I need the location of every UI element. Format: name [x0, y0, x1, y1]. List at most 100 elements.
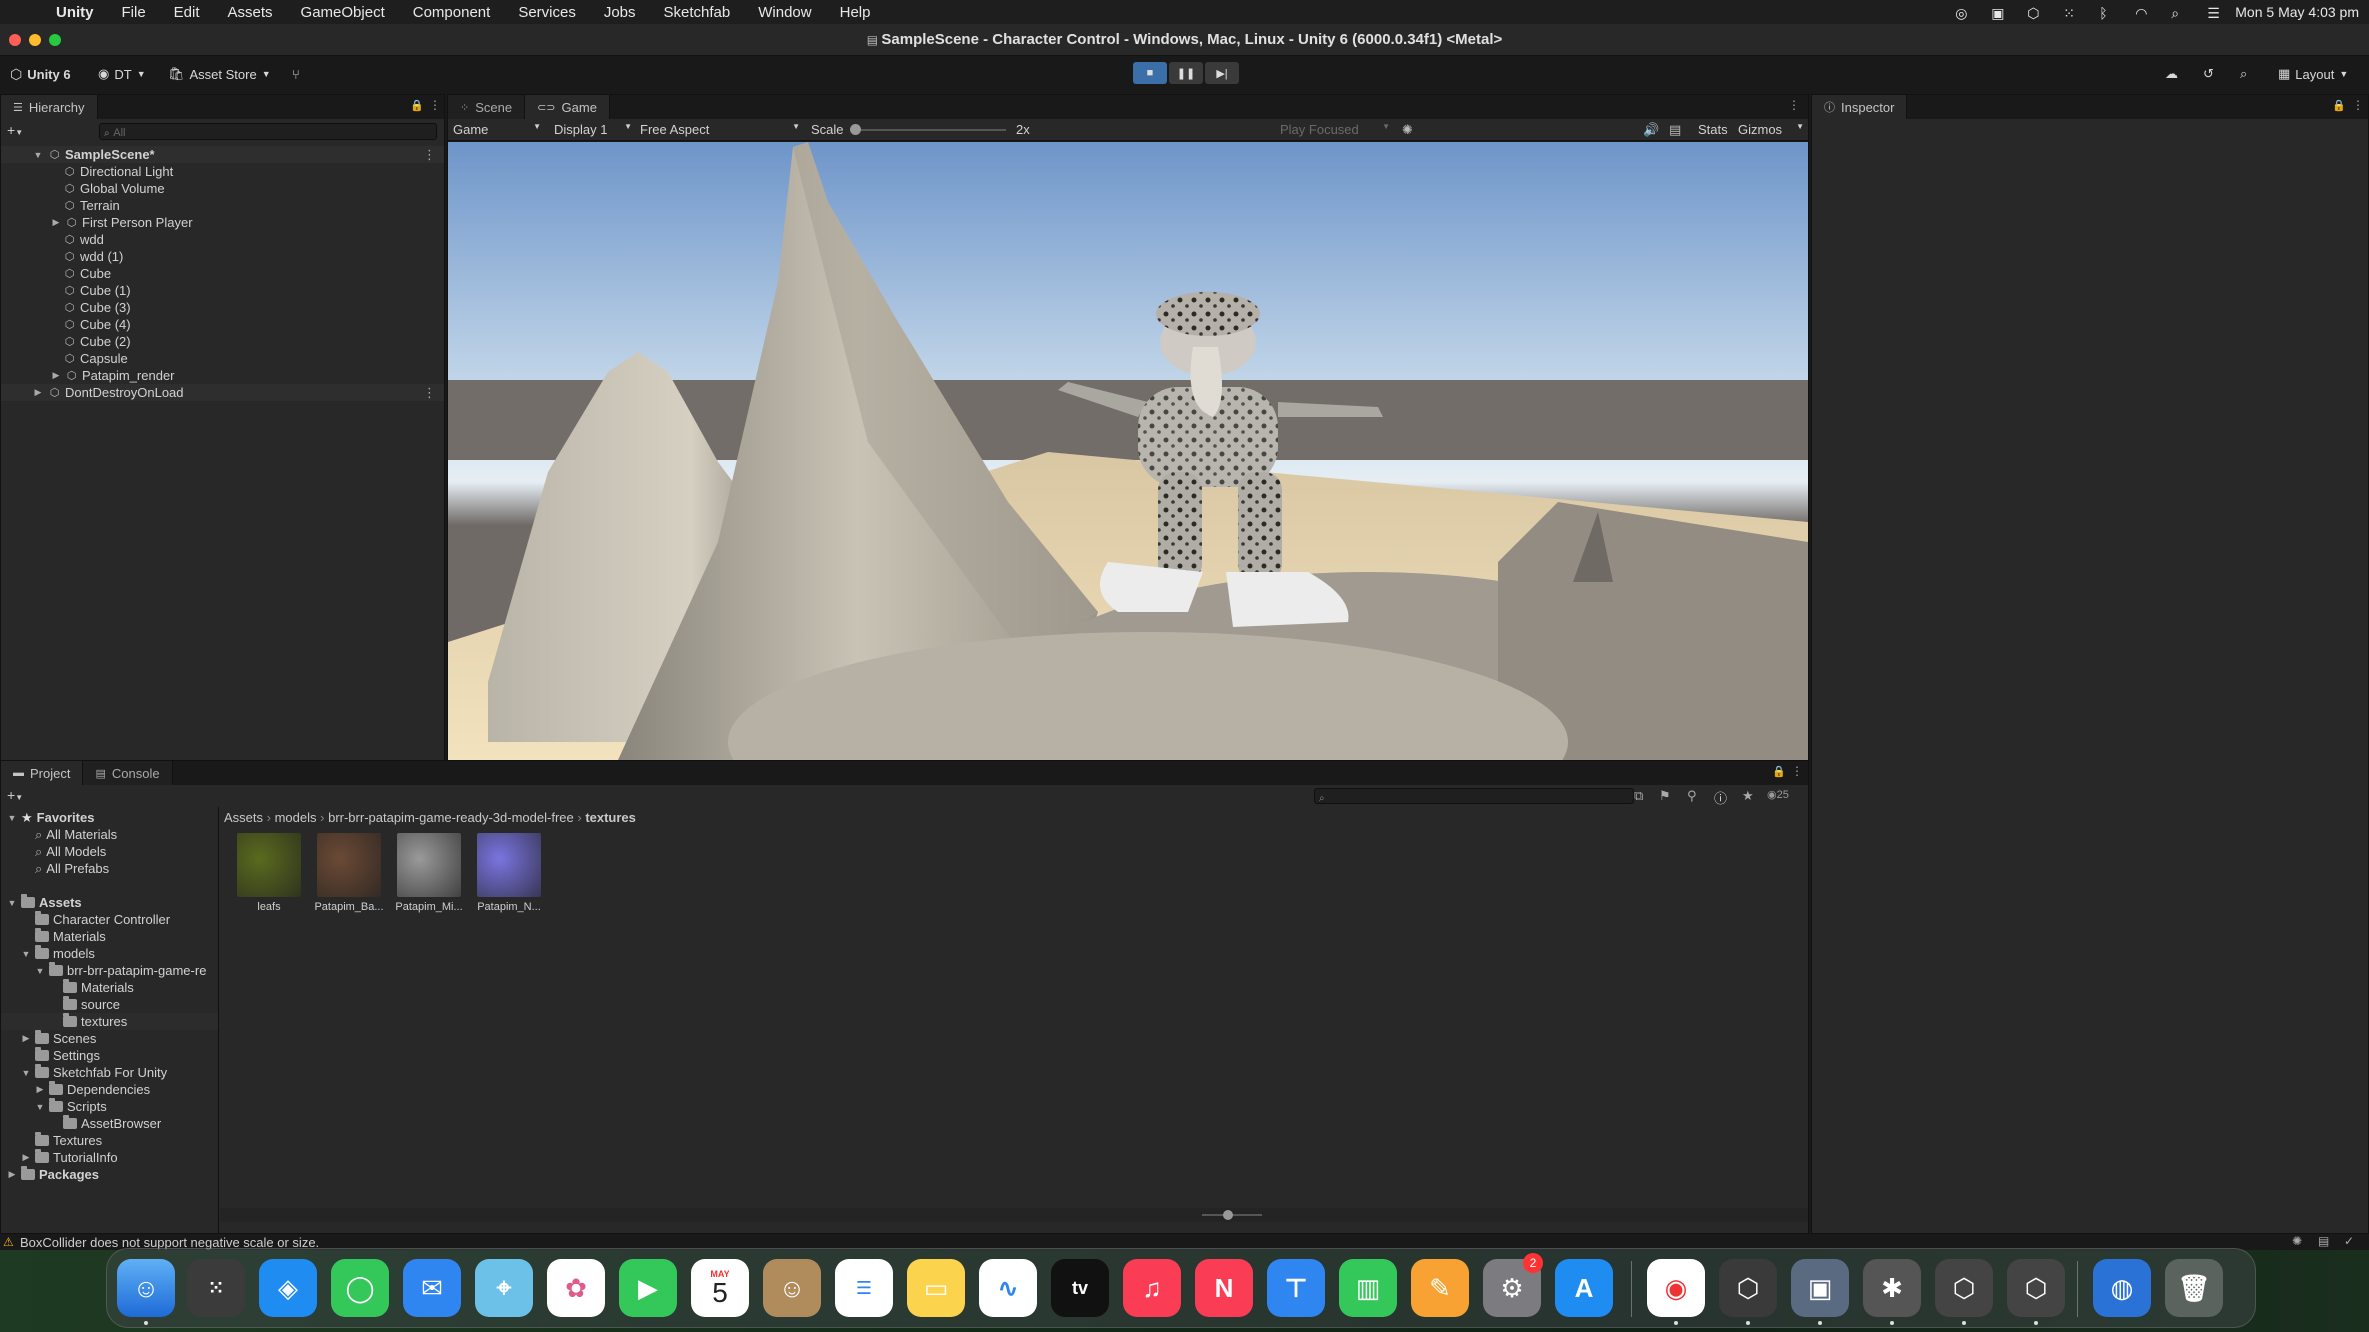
ddol-scene-row[interactable]: ▶ ⬡ DontDestroyOnLoad ⋮	[1, 384, 444, 401]
debug-bug-icon[interactable]: ✺	[1402, 122, 1413, 138]
expand-arrow-icon[interactable]: ▶	[51, 217, 61, 228]
account-dropdown[interactable]: ◉ DT ▼	[98, 64, 146, 84]
trash-icon[interactable]: 🗑	[2165, 1259, 2223, 1317]
folder-tree-item[interactable]: ▼ Scripts	[1, 1098, 218, 1115]
wifi-icon[interactable]: ◠	[2125, 5, 2147, 21]
favorites-header[interactable]: ▼ ★ Favorites	[7, 809, 95, 826]
thumbnail-size-thumb[interactable]	[1223, 1210, 1233, 1220]
safari-icon[interactable]: ◈	[259, 1259, 317, 1317]
hierarchy-search-field[interactable]: ⌕ All	[99, 123, 437, 140]
chrome-icon[interactable]: ◉	[1647, 1259, 1705, 1317]
menu-assets[interactable]: Assets	[214, 4, 287, 21]
expand-arrow-icon[interactable]: ▼	[21, 949, 31, 959]
expand-arrow-icon[interactable]: ▼	[33, 150, 43, 160]
gizmos-dropdown[interactable]: Gizmos ▼	[1738, 122, 1804, 137]
stats-button[interactable]: Stats	[1698, 122, 1728, 137]
favorite-item[interactable]: ⌕ All Models	[35, 843, 106, 860]
game-mode-dropdown[interactable]: Game ▼	[453, 122, 545, 137]
hierarchy-item[interactable]: ⬡ Capsule	[63, 350, 128, 367]
menu-window[interactable]: Window	[744, 4, 825, 21]
folder-tree-item[interactable]: ▼ Sketchfab For Unity	[1, 1064, 218, 1081]
folder-tree-item[interactable]: ▶ Scenes	[1, 1030, 218, 1047]
more-options-icon[interactable]: ⋮	[1791, 764, 1803, 778]
folder-tree-item[interactable]: Textures	[1, 1132, 218, 1149]
packages-root[interactable]: ▶ Packages	[7, 1166, 99, 1183]
hierarchy-item[interactable]: ⬡ Global Volume	[63, 180, 165, 197]
search-button[interactable]: ⌕	[2240, 64, 2247, 84]
expand-arrow-icon[interactable]: ▼	[21, 1068, 31, 1078]
finder-icon[interactable]: ☺	[117, 1259, 175, 1317]
project-search-field[interactable]: ⌕	[1314, 788, 1634, 804]
expand-arrow-icon[interactable]: ▶	[51, 370, 61, 381]
lock-icon[interactable]: 🔒	[2332, 99, 2346, 112]
tab-inspector[interactable]: ⓘ Inspector	[1812, 95, 1908, 119]
history-button[interactable]: ↺	[2203, 64, 2214, 84]
expand-arrow-icon[interactable]: ▼	[7, 898, 17, 908]
asset-store-dropdown[interactable]: 🛍 Asset Store ▼	[168, 64, 271, 84]
debug-icon[interactable]: ✺	[2292, 1234, 2302, 1248]
menu-gameobject[interactable]: GameObject	[287, 4, 399, 21]
mute-audio-icon[interactable]: 🔊	[1643, 122, 1659, 138]
more-options-icon[interactable]: ⋮	[1788, 98, 1800, 112]
folder-tree-item[interactable]: ▶ Dependencies	[1, 1081, 218, 1098]
contacts-icon[interactable]: ☺	[763, 1259, 821, 1317]
preview-icon[interactable]: ▣	[1791, 1259, 1849, 1317]
play-focused-dropdown[interactable]: Play Focused ▼	[1280, 122, 1390, 137]
folder-tree-item[interactable]: ▼ brr-brr-patapim-game-re	[1, 962, 218, 979]
breadcrumb-textures[interactable]: textures	[585, 810, 636, 825]
unity-hub-icon[interactable]: ⬡	[1719, 1259, 1777, 1317]
hierarchy-item[interactable]: ⬡ Terrain	[63, 197, 120, 214]
create-dropdown[interactable]: +▼	[7, 122, 33, 140]
step-button[interactable]: ▶|	[1205, 62, 1239, 84]
cache-icon[interactable]: ▤	[2318, 1234, 2329, 1248]
hierarchy-item[interactable]: ▶ ⬡ Patapim_render	[51, 367, 175, 384]
menubar-clock[interactable]: Mon 5 May 4:03 pm	[2225, 4, 2369, 20]
asset-label[interactable]: Patapim_N...	[466, 901, 552, 913]
search-by-label-icon[interactable]: ⚑	[1659, 788, 1671, 804]
scale-slider[interactable]	[850, 124, 1006, 135]
play-button[interactable]: ■	[1133, 62, 1167, 84]
lock-icon[interactable]: 🔒	[1772, 765, 1786, 778]
news-icon[interactable]: N	[1195, 1259, 1253, 1317]
folder-tree-item[interactable]: ▼ models	[1, 945, 218, 962]
menu-jobs[interactable]: Jobs	[590, 4, 650, 21]
gimp-icon[interactable]: ✱	[1863, 1259, 1921, 1317]
tab-console[interactable]: ▤ Console	[83, 761, 173, 785]
asset-label[interactable]: Patapim_Ba...	[306, 901, 392, 913]
app-store-icon[interactable]: A	[1555, 1259, 1613, 1317]
folder-tree-item[interactable]: Settings	[1, 1047, 218, 1064]
folder-tree-item[interactable]: AssetBrowser	[1, 1115, 218, 1132]
grid-status-icon[interactable]: ⁙	[2053, 5, 2075, 21]
favorite-item[interactable]: ⌕ All Prefabs	[35, 860, 109, 877]
hierarchy-item[interactable]: ⬡ Cube	[63, 265, 111, 282]
folder-tree-item[interactable]: source	[1, 996, 218, 1013]
status-app-icon[interactable]: ▣	[1981, 5, 2004, 21]
hierarchy-item[interactable]: ⬡ Cube (1)	[63, 282, 131, 299]
cloud-button[interactable]: ☁	[2165, 64, 2178, 84]
thumbnail-size-slider[interactable]	[1202, 1210, 1262, 1220]
tab-game[interactable]: ⊂⊃ Game	[525, 95, 610, 119]
apple-tv-icon[interactable]: tv	[1051, 1259, 1109, 1317]
scale-slider-thumb[interactable]	[850, 124, 861, 135]
frame-icon[interactable]: ▤	[1669, 122, 1681, 138]
lock-icon[interactable]: 🔒	[410, 99, 424, 112]
asset-thumbnail[interactable]	[397, 833, 461, 897]
expand-arrow-icon[interactable]: ▶	[21, 1152, 31, 1163]
game-viewport[interactable]	[448, 142, 1808, 760]
calendar-icon[interactable]: MAY 5	[691, 1259, 749, 1317]
assets-root[interactable]: ▼ Assets	[7, 894, 82, 911]
more-options-icon[interactable]: ⋮	[423, 385, 436, 401]
breadcrumb-model-folder[interactable]: brr-brr-patapim-game-ready-3d-model-free	[328, 810, 574, 825]
expand-arrow-icon[interactable]: ▶	[35, 1084, 45, 1095]
scene-row[interactable]: ▼ ⬡ SampleScene* ⋮	[1, 146, 444, 163]
pause-button[interactable]: ❚❚	[1169, 62, 1203, 84]
expand-arrow-icon[interactable]: ▼	[35, 966, 45, 976]
expand-arrow-icon[interactable]: ▶	[7, 1169, 17, 1180]
tag-icon[interactable]: ⚲	[1687, 788, 1697, 804]
downloads-globe-icon[interactable]: ◍	[2093, 1259, 2151, 1317]
unity-status-icon[interactable]: ⬡	[2017, 5, 2039, 21]
folder-tree-item[interactable]: Character Controller	[1, 911, 218, 928]
tab-scene[interactable]: ⁘ Scene	[448, 95, 526, 119]
hierarchy-item[interactable]: ⬡ Directional Light	[63, 163, 174, 180]
create-asset-dropdown[interactable]: +▼	[7, 787, 23, 803]
